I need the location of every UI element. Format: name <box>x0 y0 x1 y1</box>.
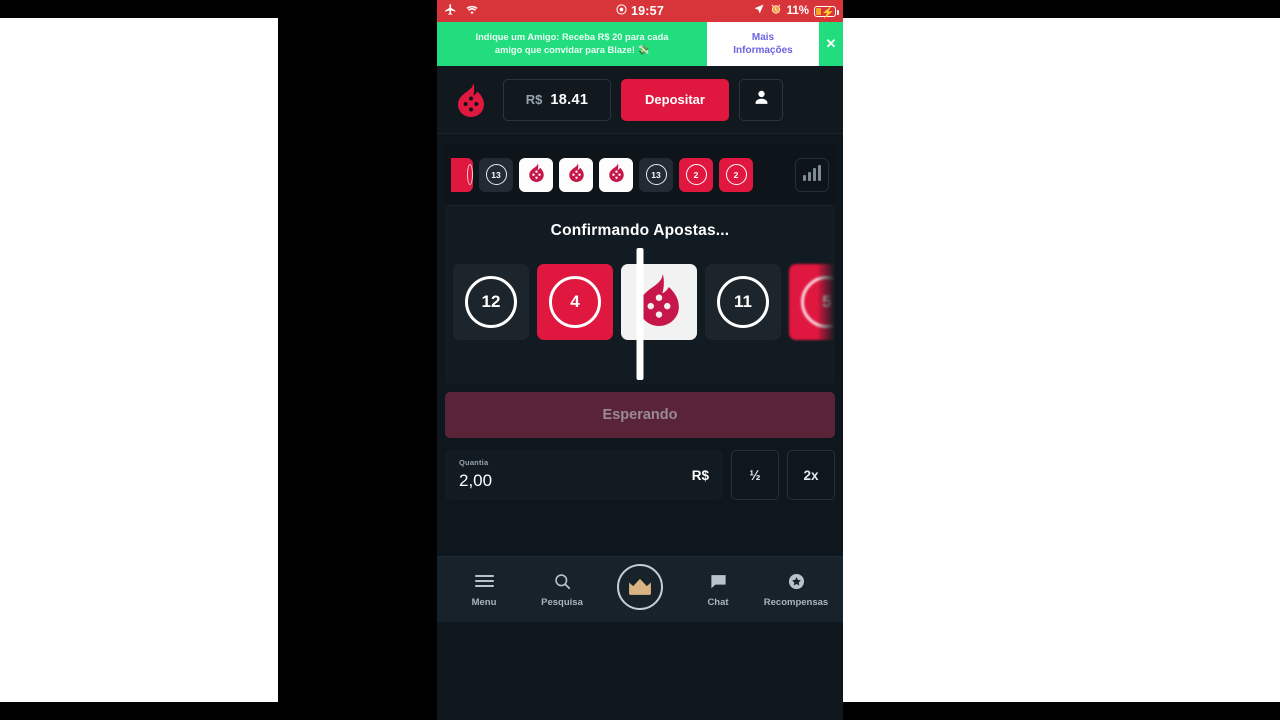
promo-line-2: amigo que convidar para Blaze! 💸 <box>494 45 650 55</box>
battery-percent-label: 11% <box>786 5 809 17</box>
airplane-icon <box>444 3 457 19</box>
battery-icon: ⚡ <box>814 5 839 19</box>
nav-item-chat[interactable]: Chat <box>679 571 757 608</box>
reel-tile-number: 12 <box>465 276 517 328</box>
status-bar-right: 11% ⚡ <box>753 3 839 19</box>
double-amount-button[interactable]: 2x <box>787 450 835 500</box>
nav-item-search[interactable]: Pesquisa <box>523 571 601 608</box>
balance-currency: R$ <box>525 92 543 107</box>
blaze-flame-logo[interactable] <box>449 82 493 117</box>
nav-label-menu: Menu <box>471 597 497 608</box>
history-tile[interactable] <box>599 157 633 192</box>
letterbox-right-bottom-black <box>843 702 1280 720</box>
chat-bubble-icon <box>709 571 728 591</box>
letterbox-left-top-black <box>0 0 278 18</box>
roulette-panel: Confirmando Apostas... 124115 <box>445 206 835 384</box>
bet-amount-row: Quantia 2,00 R$ ½ 2x <box>445 450 835 500</box>
reel-tile <box>621 264 697 340</box>
search-icon <box>553 571 572 591</box>
history-tile[interactable] <box>559 157 593 192</box>
reel-tiles: 124115 <box>453 264 835 340</box>
more-info-line-1: Mais <box>751 31 775 43</box>
letterbox-left <box>0 0 278 720</box>
promo-text: Indique um Amigo: Receba R$ 20 para cada… <box>437 22 707 66</box>
lightning-bolt-icon: ⚡ <box>821 6 835 19</box>
letterbox-right-top-black <box>843 0 1280 18</box>
phone-viewport: 19:57 11% ⚡ Indique um Amigo: Receba R$ … <box>437 0 843 720</box>
nav-label-rewards: Recompensas <box>763 597 829 608</box>
bottom-navigation: Menu Pesquisa Chat Recompensas <box>437 556 843 622</box>
deposit-button[interactable]: Depositar <box>621 78 729 121</box>
history-tile[interactable]: 2 <box>679 157 713 192</box>
reel-tile: 12 <box>453 264 529 340</box>
alarm-clock-icon <box>770 3 782 19</box>
reel-tile-number: 11 <box>717 276 769 328</box>
results-history-strip[interactable]: 13 13 2 2 <box>445 144 835 206</box>
status-bar: 19:57 11% ⚡ <box>437 0 843 22</box>
amount-label: Quantia <box>459 458 489 467</box>
history-tile[interactable]: 2 <box>719 157 753 192</box>
user-avatar-icon <box>752 88 771 112</box>
balance-amount: 18.41 <box>550 91 589 108</box>
below-nav-area <box>437 622 843 720</box>
bet-panel: Esperando Quantia 2,00 R$ ½ 2x <box>445 392 835 500</box>
crown-icon[interactable] <box>617 563 663 610</box>
blaze-flame-logo-small <box>528 162 545 187</box>
status-bar-left <box>444 3 479 19</box>
round-status-title: Confirmando Apostas... <box>550 222 730 239</box>
amount-currency-suffix: R$ <box>691 467 709 483</box>
more-info-button[interactable]: Mais Informações <box>707 22 819 66</box>
blaze-flame-logo-small <box>608 162 625 187</box>
amount-input[interactable]: Quantia 2,00 R$ <box>445 450 723 500</box>
reel-right-fade <box>817 258 835 370</box>
history-tile-number: 13 <box>645 164 667 185</box>
promo-line-1: Indique um Amigo: Receba R$ 20 para cada <box>475 32 669 43</box>
history-tile[interactable] <box>451 157 473 192</box>
letterbox-left-bottom-black <box>0 702 278 720</box>
nav-label-search: Pesquisa <box>541 597 583 608</box>
nav-label-chat: Chat <box>707 597 729 608</box>
balance-display[interactable]: R$ 18.41 <box>503 78 611 121</box>
nav-item-rewards[interactable]: Recompensas <box>757 571 835 608</box>
screenshot-stage: 19:57 11% ⚡ Indique um Amigo: Receba R$ … <box>0 0 1280 720</box>
letterbox-right <box>843 0 1280 720</box>
app-header: R$ 18.41 Depositar <box>437 66 843 134</box>
history-tile-number: 13 <box>485 164 507 185</box>
history-tile-number: 2 <box>685 164 707 185</box>
record-dot-icon <box>616 4 627 18</box>
close-banner-button[interactable]: ✕ <box>819 22 843 66</box>
reel-pointer <box>636 248 644 380</box>
reel-tile: 11 <box>705 264 781 340</box>
reel-tile-number: 4 <box>549 276 601 328</box>
history-tile[interactable] <box>519 157 553 192</box>
star-badge-icon <box>787 571 806 591</box>
halve-amount-button[interactable]: ½ <box>731 450 779 500</box>
blaze-flame-logo-small <box>568 162 585 187</box>
history-tile-number <box>467 164 473 185</box>
waiting-button[interactable]: Esperando <box>445 392 835 438</box>
location-arrow-icon <box>753 3 765 19</box>
reel-wrapper: 124115 <box>445 248 835 380</box>
hamburger-menu-icon <box>474 571 494 591</box>
amount-value: 2,00 <box>459 470 493 490</box>
status-bar-time: 19:57 <box>631 4 664 18</box>
history-tile[interactable]: 13 <box>639 157 673 192</box>
more-info-line-2: Informações <box>733 45 793 56</box>
history-tiles: 13 13 2 2 <box>445 157 753 192</box>
nav-item-crown[interactable] <box>601 563 679 616</box>
history-tile-number: 2 <box>725 164 747 185</box>
history-tile[interactable]: 13 <box>479 157 513 192</box>
reel-tile: 4 <box>537 264 613 340</box>
nav-item-menu[interactable]: Menu <box>445 571 523 608</box>
referral-promo-banner[interactable]: Indique um Amigo: Receba R$ 20 para cada… <box>437 22 843 66</box>
account-button[interactable] <box>739 78 783 121</box>
bar-chart-icon[interactable] <box>795 157 829 192</box>
wifi-icon <box>465 4 479 18</box>
